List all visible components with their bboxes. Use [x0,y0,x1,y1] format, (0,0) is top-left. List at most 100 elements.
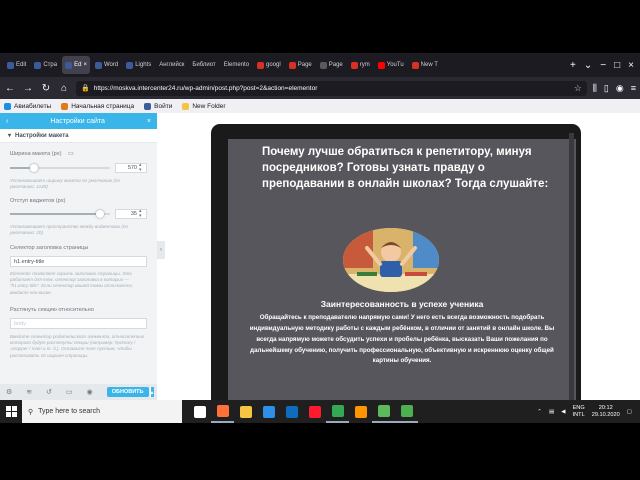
stretch-hint: Введите селектор родительского элемента,… [10,334,145,358]
camtasia-icon[interactable] [372,400,395,423]
caret-down-icon: ▾ [8,133,12,139]
bookmark-item[interactable]: Начальная страница [61,102,134,110]
new-tab-icon[interactable]: + [570,60,576,71]
task-view-icon-glyph [193,405,206,418]
bookmark-star-icon[interactable]: ☆ [574,83,582,94]
url-bar[interactable]: 🔒 https://moskva.intercenter24.ru/wp-adm… [76,80,587,96]
back-icon[interactable]: ← [4,83,16,94]
taskbar: ⚲ Type here to search ⌃ ▤ ◀ ENG INTL 20:… [0,400,640,423]
history-icon[interactable]: ↺ [46,388,52,396]
search-icon: ⚲ [28,408,34,416]
tab-close-icon[interactable]: × [83,62,87,68]
selector-hint: Elementor позволяет скрыть заголовок стр… [10,271,133,295]
selector-input[interactable]: h1.entry-title [10,256,147,267]
tab-item[interactable]: Стра [31,56,60,74]
page-content: Почему лучше обратиться к репетитору, ми… [228,139,576,400]
taskbar-apps [188,400,418,423]
bookmark-item[interactable]: Войти [144,102,172,110]
selector-label: Селектор заголовка страницы [10,245,89,251]
recorder-icon[interactable] [395,400,418,423]
tab-item[interactable]: Word [92,56,121,74]
widget-gap-input[interactable]: 35 [115,209,147,219]
panel-footer: ⚙ ≋ ↺ ▭ ◉ ОБНОВИТЬ ▴ [0,384,157,400]
update-options-icon[interactable]: ▴ [149,387,154,397]
panel-close-icon[interactable]: × [147,118,151,125]
preview-scrollbar[interactable] [569,133,574,400]
menu-icon[interactable]: ≡ [631,83,636,94]
width-slider-handle[interactable] [30,164,38,172]
firefox-alt-icon[interactable] [349,400,372,423]
preview-icon[interactable]: ◉ [87,388,93,396]
bookmark-folder[interactable]: New Folder [182,102,226,110]
child-illustration [343,228,439,292]
width-slider[interactable] [10,164,110,172]
section-toggle[interactable]: ▾ Настройки макета [0,129,157,143]
tab-item[interactable]: Page [286,56,315,74]
clock[interactable]: 20:12 29.10.2020 [592,405,620,419]
responsive-icon[interactable]: ▭ [68,150,74,157]
tab-item-active[interactable]: Ed × [62,56,90,74]
forward-icon[interactable]: → [22,83,34,94]
nav-bar: ← → ↻ ⌂ 🔒 https://moskva.intercenter24.r… [0,77,640,99]
stretch-input[interactable]: body [10,318,147,329]
panel-back-icon[interactable]: ‹ [6,118,8,125]
tab-item[interactable]: Lights [123,56,154,74]
tab-item[interactable]: Английск [156,56,187,74]
width-input[interactable]: 570 [115,163,147,173]
stretch-label: Растянуть секцию относительно [10,307,94,313]
tab-item[interactable]: rym [348,56,373,74]
minimize-icon[interactable]: − [600,60,606,71]
tab-item[interactable]: Библиот [189,56,218,74]
width-stepper-icon[interactable]: ▴ ▾ [139,163,142,173]
explorer-icon[interactable] [234,400,257,423]
firefox-alt-icon-glyph [354,405,367,418]
tab-list-icon[interactable]: ⌄ [584,60,592,71]
favicon-icon [126,61,134,69]
network-icon[interactable]: ▤ [549,409,554,415]
tray-chevron-icon[interactable]: ⌃ [537,409,542,415]
windows-start-icon[interactable] [0,400,22,423]
chrome-icon[interactable] [326,400,349,423]
gap-stepper-icon[interactable]: ▴ ▾ [139,209,142,219]
tab-item[interactable]: Edit [4,56,29,74]
reload-icon[interactable]: ↻ [40,83,52,94]
account-icon[interactable]: ◉ [616,83,624,94]
store-icon[interactable] [280,400,303,423]
close-window-icon[interactable]: × [628,60,634,71]
maximize-icon[interactable]: □ [614,60,620,71]
language-indicator[interactable]: ENG INTL [573,405,585,419]
collapse-panel-icon[interactable]: ‹ [157,241,165,259]
bookmark-favicon-icon [4,102,11,110]
bookmark-item[interactable]: Авиабилеты [4,102,51,110]
edge-icon[interactable] [257,400,280,423]
tab-item[interactable]: Page [317,56,346,74]
tab-item[interactable]: YouTu [375,56,407,74]
panel-body: ▾ Настройки макета Ширина макета (px) ▭ … [0,129,157,384]
system-tray: ⌃ ▤ ◀ ENG INTL 20:12 29.10.2020 ▢ [537,405,640,419]
taskbar-search[interactable]: ⚲ Type here to search [22,400,182,423]
task-view-icon[interactable] [188,400,211,423]
child-photo [343,228,439,292]
opera-icon[interactable] [303,400,326,423]
tab-item[interactable]: Elemento [221,56,252,74]
sidebar-icon[interactable]: ▯ [604,83,609,94]
library-icon[interactable]: ⫼ [593,83,597,94]
widget-gap-slider[interactable] [10,210,110,218]
elementor-panel: ‹ Настройки сайта × ▾ Настройки макета Ш… [0,113,157,400]
notifications-icon[interactable]: ▢ [627,409,632,415]
tab-bar: Edit Стра Ed × Word Lights Английск Библи… [0,53,640,77]
update-button[interactable]: ОБНОВИТЬ [106,387,149,397]
content-paragraph: Обращайтесь к преподавателю напрямую сам… [249,314,555,365]
widget-gap-label: Отступ виджетов (px) [10,198,66,204]
tab-item[interactable]: New T [409,56,441,74]
favicon-icon [94,61,102,69]
lock-icon: 🔒 [81,85,90,92]
home-icon[interactable]: ⌂ [58,83,70,94]
layers-icon[interactable]: ≋ [26,388,32,396]
volume-icon[interactable]: ◀ [561,409,565,415]
firefox-icon[interactable] [211,400,234,423]
settings-icon[interactable]: ⚙ [6,388,12,396]
responsive-mode-icon[interactable]: ▭ [66,388,73,396]
tab-item[interactable]: googl [254,56,284,74]
widget-gap-slider-handle[interactable] [96,210,104,218]
